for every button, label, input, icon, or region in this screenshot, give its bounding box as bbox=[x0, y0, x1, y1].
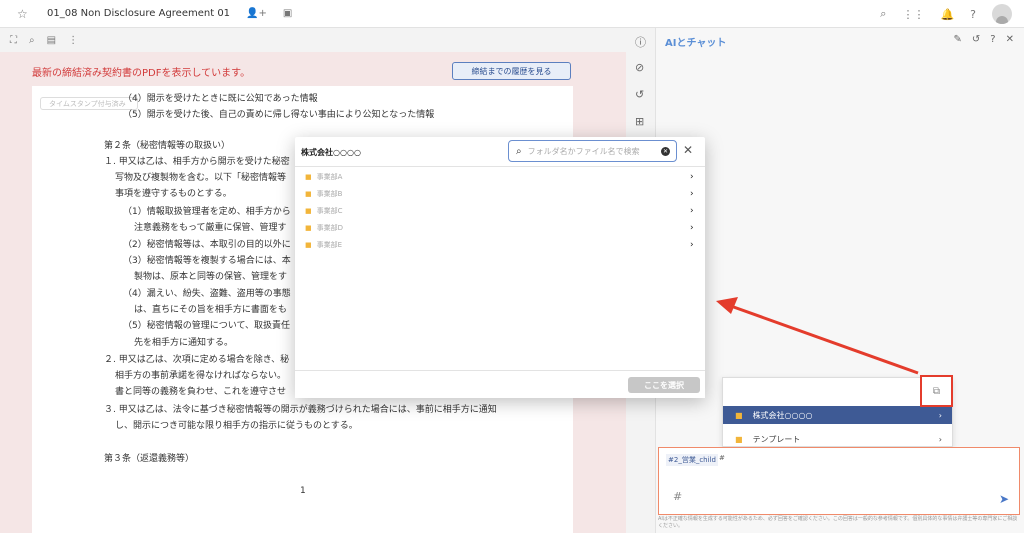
more-vertical-icon[interactable]: ⋮ bbox=[68, 35, 78, 46]
folder-select-modal: 株式会社○○○○ ⌕ フォルダ名かファイル名で検索 ✕ ✕ ■ 事業部A › ■… bbox=[295, 137, 705, 398]
doc-line: 先を相手方に通知する。 bbox=[134, 338, 234, 348]
add-user-icon[interactable]: 👤+ bbox=[246, 8, 267, 19]
history-icon[interactable]: ↺ bbox=[635, 88, 644, 101]
list-item[interactable]: ■ 事業部E › bbox=[295, 236, 705, 253]
pdf-notice: 最新の締結済み契約書のPDFを表示しています。 bbox=[32, 68, 251, 79]
chat-input-box[interactable]: #2_営業_child # # ➤ bbox=[658, 447, 1020, 515]
page-number: 1 bbox=[300, 486, 306, 496]
document-toolbar: ⛶ ⌕ ▤ ⋮ bbox=[0, 28, 626, 52]
ai-panel-icons: ✎ ↺ ? ✕ bbox=[954, 34, 1014, 45]
folder-icon: ■ bbox=[305, 223, 312, 232]
external-link-icon: ⧉ bbox=[932, 385, 941, 397]
doc-line: １. 甲又は乙は、相手方から開示を受けた秘密 bbox=[104, 157, 290, 167]
doc-line: 事項を遵守するものとする。 bbox=[115, 189, 232, 199]
chevron-right-icon[interactable]: › bbox=[690, 223, 694, 233]
history-button[interactable]: 締結までの履歴を見る bbox=[452, 62, 571, 80]
doc-line: 書と同等の義務を負わせ、これを遵守させ bbox=[115, 387, 287, 397]
folder-icon: ■ bbox=[305, 240, 312, 249]
send-icon[interactable]: ➤ bbox=[999, 492, 1009, 506]
folder-label: 事業部A bbox=[316, 172, 343, 181]
list-item[interactable]: ■ 事業部B › bbox=[295, 185, 705, 202]
folder-icon: ■ bbox=[735, 434, 743, 444]
select-here-button[interactable]: ここを選択 bbox=[628, 377, 700, 393]
modal-footer: ここを選択 bbox=[295, 370, 705, 398]
ai-disclaimer: AIは不正確な情報を生成する可能性があるため、必ず回答をご確認ください。この回答… bbox=[658, 516, 1018, 529]
folder-label: 事業部B bbox=[316, 189, 343, 198]
hash-icon[interactable]: # bbox=[673, 490, 682, 503]
doc-line: 第３条（返還義務等） bbox=[104, 454, 195, 464]
clear-icon[interactable]: ✕ bbox=[661, 146, 670, 156]
popup-item-label: テンプレート bbox=[752, 434, 801, 444]
chevron-right-icon: › bbox=[938, 434, 942, 444]
doc-line: （4）漏えい、紛失、盗難、盗用等の事態 bbox=[123, 289, 291, 299]
attachment-icon[interactable]: ⊘ bbox=[635, 61, 644, 74]
list-item[interactable]: ■ 事業部D › bbox=[295, 219, 705, 236]
popup-item-company[interactable]: ■ 株式会社○○○○ › bbox=[723, 406, 952, 424]
doc-line: （3）秘密情報等を複製する場合には、本 bbox=[123, 256, 291, 266]
folder-icon: ■ bbox=[735, 410, 743, 420]
doc-line: 製物は、原本と同等の保管、管理をす bbox=[134, 272, 288, 282]
folder-icon: ■ bbox=[305, 189, 312, 198]
search-icon: ⌕ bbox=[516, 145, 522, 157]
doc-line: （5）開示を受けた後、自己の責めに帰し得ない事由により公知となった情報 bbox=[123, 110, 435, 120]
doc-line: （4）開示を受けたときに既に公知であった情報 bbox=[123, 94, 318, 104]
list-item[interactable]: ■ 事業部C › bbox=[295, 202, 705, 219]
folder-icon: ■ bbox=[305, 206, 312, 215]
modal-title: 株式会社○○○○ bbox=[301, 148, 361, 157]
history-icon[interactable]: ↺ bbox=[972, 34, 980, 45]
help-icon[interactable]: ? bbox=[970, 8, 976, 21]
folder-label: 事業部C bbox=[316, 206, 343, 215]
search-icon[interactable]: ⌕ bbox=[880, 7, 886, 21]
doc-line: 写物及び複製物を含む。以下「秘密情報等 bbox=[115, 173, 287, 183]
chevron-right-icon[interactable]: › bbox=[690, 240, 694, 250]
chevron-right-icon[interactable]: › bbox=[690, 189, 694, 199]
popup-item-template[interactable]: ■ テンプレート › bbox=[723, 430, 952, 448]
tree-icon[interactable]: ⊞ bbox=[635, 115, 644, 128]
list-item[interactable]: ■ 事業部A › bbox=[295, 168, 705, 185]
avatar[interactable] bbox=[992, 4, 1012, 24]
document-title: 01_08 Non Disclosure Agreement 01 bbox=[47, 8, 231, 19]
star-icon[interactable]: ☆ bbox=[17, 7, 31, 21]
close-icon[interactable]: ✕ bbox=[683, 143, 693, 157]
zoom-icon[interactable]: ⌕ bbox=[29, 35, 35, 46]
popup-item-label: 株式会社○○○○ bbox=[752, 410, 813, 420]
close-icon[interactable]: ✕ bbox=[1006, 34, 1014, 45]
chevron-right-icon[interactable]: › bbox=[690, 206, 694, 216]
share-icon[interactable]: ▣ bbox=[283, 8, 292, 19]
folder-label: 事業部D bbox=[316, 223, 344, 232]
apps-grid-icon[interactable]: ⋮⋮ bbox=[902, 8, 924, 21]
chevron-right-icon: › bbox=[938, 410, 942, 420]
edit-icon[interactable]: ✎ bbox=[954, 34, 962, 45]
doc-line: （1）情報取扱管理者を定め、相手方から bbox=[123, 207, 291, 217]
ai-panel-title: AIとチャット bbox=[665, 38, 727, 49]
doc-line: （2）秘密情報等は、本取引の目的以外に bbox=[123, 240, 291, 250]
doc-line: ２. 甲又は乙は、次項に定める場合を除き、秘 bbox=[104, 355, 290, 365]
info-icon[interactable]: ⓘ bbox=[635, 34, 646, 50]
modal-search-input[interactable]: ⌕ フォルダ名かファイル名で検索 ✕ bbox=[508, 140, 677, 162]
help-icon[interactable]: ? bbox=[990, 34, 995, 45]
folder-icon: ■ bbox=[305, 172, 312, 181]
bell-icon[interactable]: 🔔 bbox=[940, 8, 954, 21]
folder-popup-menu: ■ 株式会社○○○○ › ■ テンプレート › bbox=[722, 377, 953, 447]
doc-line: 注意義務をもって厳重に保管、管理す bbox=[134, 223, 287, 233]
mention-tag: #2_営業_child bbox=[666, 454, 718, 466]
chevron-right-icon[interactable]: › bbox=[690, 172, 694, 182]
doc-line: ３. 甲又は乙は、法令に基づき秘密情報等の開示が義務づけられた場合には、事前に相… bbox=[104, 405, 497, 415]
doc-line: （5）秘密情報の管理について、取扱責任 bbox=[123, 321, 291, 331]
open-external-button[interactable]: ⧉ bbox=[920, 375, 953, 407]
search-placeholder: フォルダ名かファイル名で検索 bbox=[527, 146, 640, 156]
doc-line: 相手方の事前承諾を得なければならない。 bbox=[115, 371, 287, 381]
fullscreen-icon[interactable]: ⛶ bbox=[10, 35, 17, 46]
top-bar: ☆ 01_08 Non Disclosure Agreement 01 👤+ ▣… bbox=[0, 0, 1024, 28]
folder-label: 事業部E bbox=[316, 240, 343, 249]
doc-line: は、直ちにその旨を相手方に書面をも bbox=[134, 305, 287, 315]
top-right-icons: ⌕ ⋮⋮ 🔔 ? bbox=[880, 4, 1012, 24]
divider bbox=[295, 166, 705, 167]
mention-suffix: # bbox=[719, 454, 725, 462]
doc-line: 第２条（秘密情報等の取扱い） bbox=[104, 141, 231, 151]
layout-icon[interactable]: ▤ bbox=[47, 35, 56, 46]
doc-line: し、開示につき可能な限り相手方の指示に従うものとする。 bbox=[115, 421, 358, 431]
